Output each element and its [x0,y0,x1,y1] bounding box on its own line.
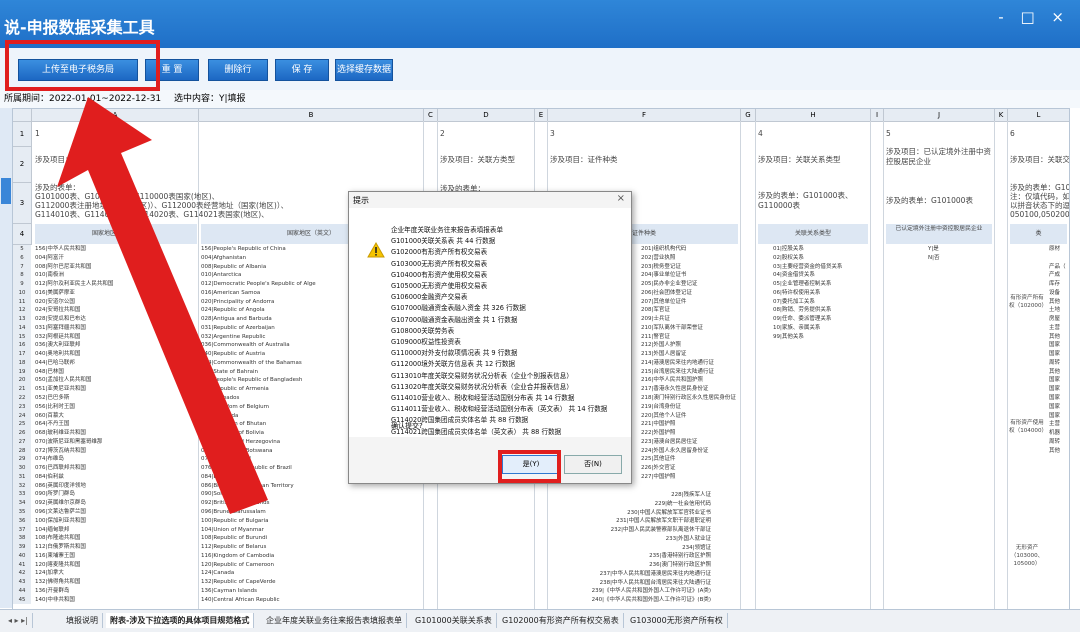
annotation-arrow-icon [57,97,268,514]
